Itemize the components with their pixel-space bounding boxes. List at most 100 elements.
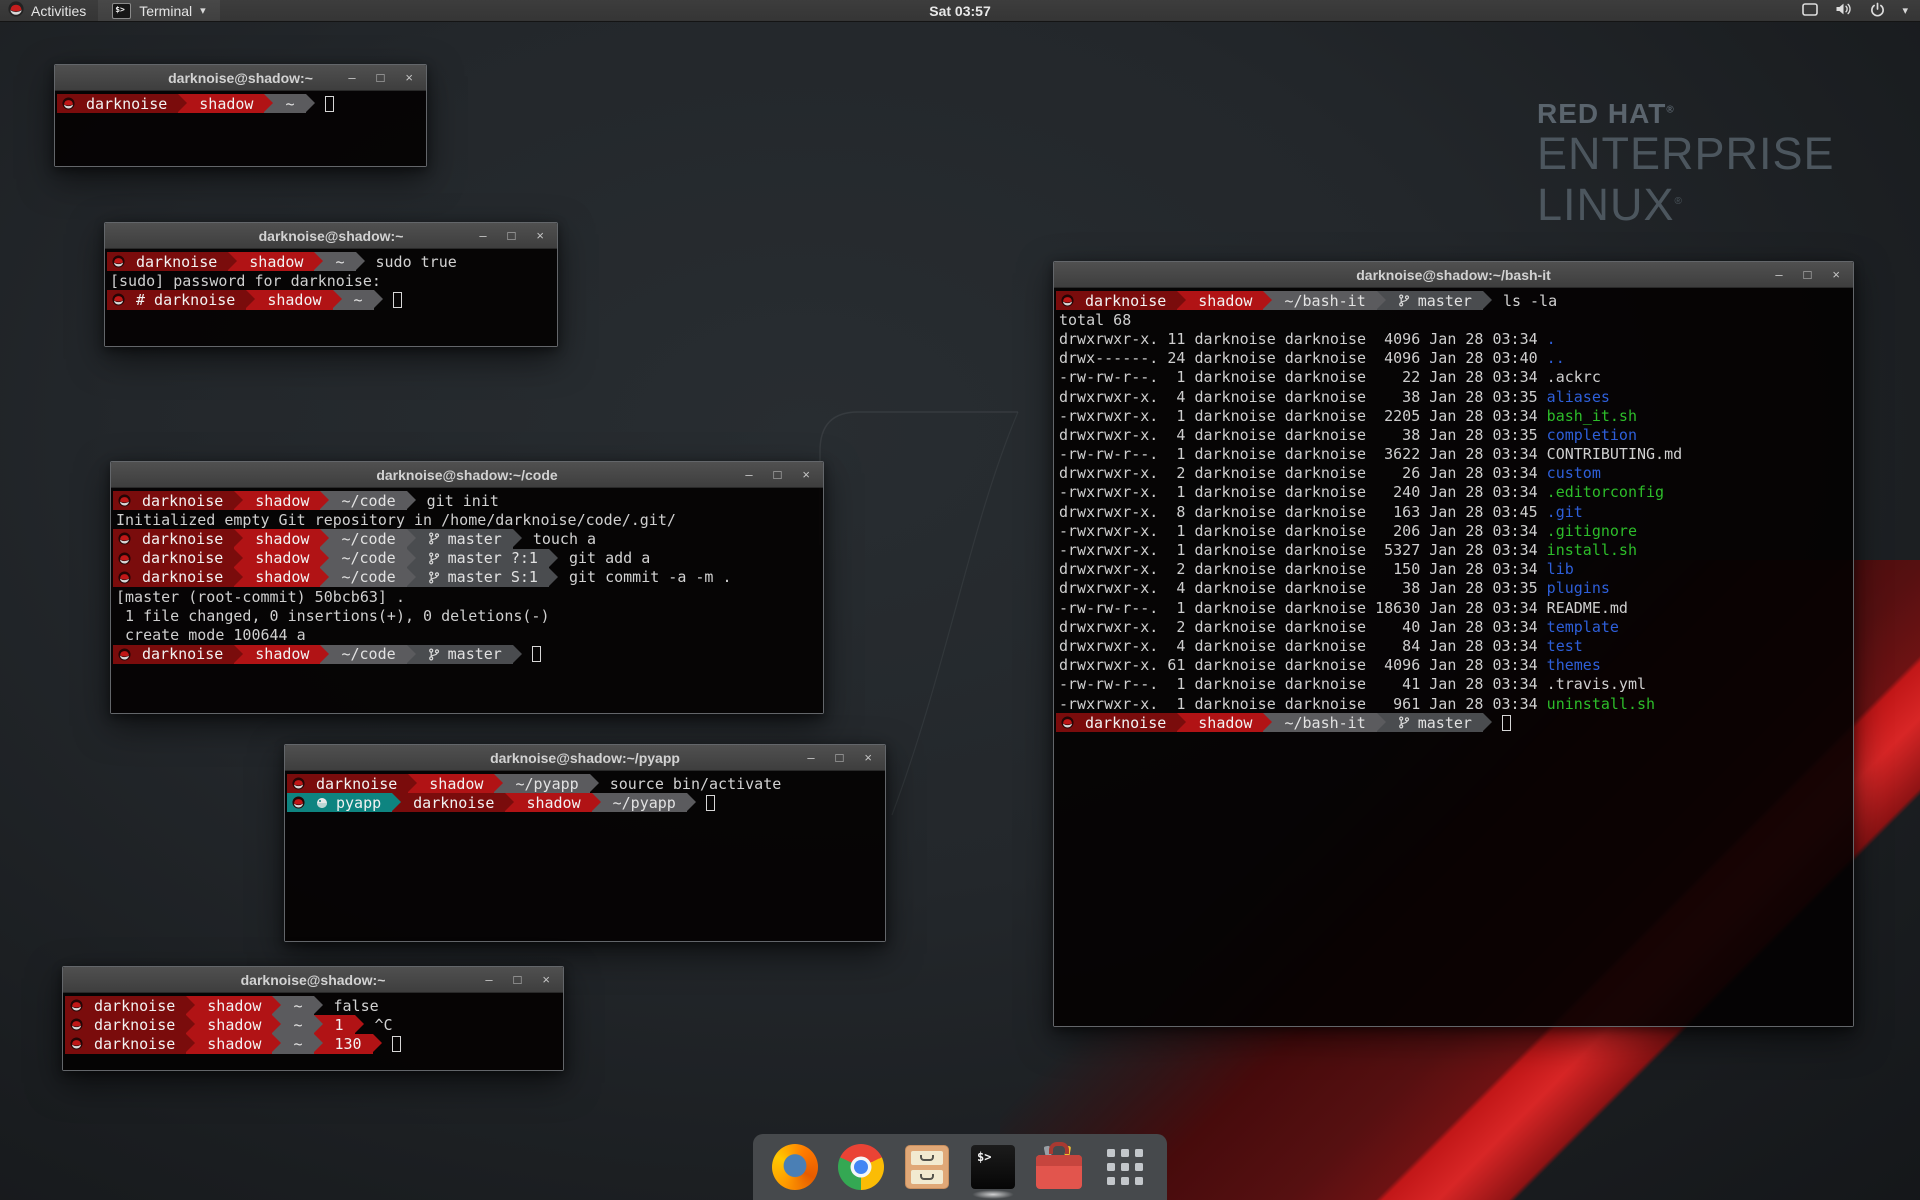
terminal-window-pyapp: darknoise@shadow:~/pyapp–□×darknoiseshad… xyxy=(284,744,886,942)
prompt-line: darknoiseshadow~130 xyxy=(65,1034,563,1053)
prompt-segment-path: ~/pyapp xyxy=(592,793,687,812)
minimize-button[interactable]: – xyxy=(1775,268,1782,281)
minimize-button[interactable]: – xyxy=(479,229,486,242)
window-titlebar[interactable]: darknoise@shadow:~–□× xyxy=(55,65,426,91)
window-titlebar[interactable]: darknoise@shadow:~/code– □ × xyxy=(111,462,823,488)
close-button[interactable]: × xyxy=(1832,268,1840,281)
terminal-window-exitcodes: darknoise@shadow:~–□×darknoiseshadow~fal… xyxy=(62,966,564,1071)
dock-app-grid-button[interactable] xyxy=(1101,1143,1149,1191)
terminal-body[interactable]: darknoise shadow ~/code git initInitialized… xyxy=(111,488,823,713)
redhat-prompt-icon xyxy=(118,552,131,565)
segment-label: darknoise xyxy=(142,568,223,586)
window-titlebar[interactable]: darknoise@shadow:~–□× xyxy=(63,967,563,993)
redhat-prompt-icon xyxy=(62,97,75,110)
app-grid-icon xyxy=(1107,1149,1143,1185)
window-titlebar[interactable]: darknoise@shadow:~–□× xyxy=(105,223,557,249)
minimize-button[interactable]: – xyxy=(745,468,752,481)
redhat-prompt-icon xyxy=(112,293,125,306)
prompt-line: darknoiseshadow~/codemaster xyxy=(113,645,823,664)
system-status-area[interactable]: ▾ xyxy=(1802,0,1920,21)
close-button[interactable]: × xyxy=(802,468,810,481)
drawer xyxy=(911,1170,943,1184)
rhel-brand-logo: RED HAT® ENTERPRISE LINUX® xyxy=(1537,98,1835,229)
segment-label: pyapp xyxy=(336,794,381,812)
prompt-segment-host: shadow xyxy=(234,568,320,587)
maximize-button[interactable]: □ xyxy=(774,468,782,481)
prompt-segment-user: darknoise xyxy=(113,645,234,664)
window-titlebar[interactable]: darknoise@shadow:~/pyapp–□× xyxy=(285,745,885,771)
segment-label: darknoise xyxy=(86,95,167,113)
window-title: darknoise@shadow:~/code xyxy=(111,467,823,483)
minimize-button[interactable]: – xyxy=(348,71,355,84)
close-button[interactable]: × xyxy=(864,751,872,764)
dock-toolbox-button[interactable] xyxy=(1035,1143,1083,1191)
prompt-segment-user: darknoise xyxy=(65,1034,186,1053)
typed-command: ls -la xyxy=(1503,292,1557,310)
typed-command: git init xyxy=(427,492,499,510)
grid-dot xyxy=(1107,1163,1115,1171)
display-icon[interactable] xyxy=(1802,3,1818,19)
terminal-window-home-small: darknoise@shadow:~–□×darknoiseshadow~ xyxy=(54,64,427,167)
ls-row: -rwxrwxr-x. 1 darknoise darknoise 206 Ja… xyxy=(1056,521,1853,540)
volume-icon[interactable] xyxy=(1835,2,1853,19)
output-line: Initialized empty Git repository in /hom… xyxy=(113,510,823,529)
ls-row: drwxrwxr-x. 2 darknoise darknoise 26 Jan… xyxy=(1056,464,1853,483)
ls-row: drwxrwxr-x. 4 darknoise darknoise 38 Jan… xyxy=(1056,579,1853,598)
terminal-body[interactable]: darknoiseshadow~falsedarknoiseshadow~1^C… xyxy=(63,993,563,1070)
close-button[interactable]: × xyxy=(405,71,413,84)
segment-label: shadow xyxy=(1198,292,1252,310)
maximize-button[interactable]: □ xyxy=(508,229,516,242)
app-menu-terminal[interactable]: $> Terminal ▾ xyxy=(98,0,219,21)
window-titlebar[interactable]: darknoise@shadow:~/bash-it–□× xyxy=(1054,262,1853,288)
grid-dot xyxy=(1107,1177,1115,1185)
prompt-segment-host: shadow xyxy=(228,252,314,271)
segment-label: master xyxy=(1418,292,1472,310)
segment-label: ~/code xyxy=(341,549,395,567)
prompt-segment-host: shadow xyxy=(1177,291,1263,310)
activities-button[interactable]: Activities xyxy=(0,0,98,21)
prompt-segment-host: shadow xyxy=(186,1034,272,1053)
terminal-body[interactable]: darknoiseshadow~ xyxy=(55,91,426,166)
prompt-segment-user: darknoise xyxy=(113,491,234,510)
ls-file-name: template xyxy=(1547,618,1619,636)
maximize-button[interactable]: □ xyxy=(1804,268,1812,281)
terminal-cursor xyxy=(1502,715,1511,731)
app-menu-label: Terminal xyxy=(139,3,192,19)
dock-firefox-button[interactable] xyxy=(771,1143,819,1191)
prompt-segment-host: shadow xyxy=(408,774,494,793)
redhat-logo-icon xyxy=(8,1,24,20)
segment-label: master S:1 xyxy=(448,568,538,586)
segment-label: darknoise xyxy=(142,549,223,567)
redhat-prompt-icon xyxy=(70,999,83,1012)
maximize-button[interactable]: □ xyxy=(377,71,385,84)
grid-dot xyxy=(1135,1149,1143,1157)
close-button[interactable]: × xyxy=(542,973,550,986)
grid-dot xyxy=(1121,1149,1129,1157)
terminal-body[interactable]: darknoiseshadow~sudo true[sudo] password… xyxy=(105,249,557,346)
prompt-segment-user: darknoise xyxy=(1056,291,1177,310)
dock-terminal-button[interactable]: $> xyxy=(969,1143,1017,1191)
chevron-down-icon[interactable]: ▾ xyxy=(1902,4,1908,17)
segment-label: shadow xyxy=(255,530,309,548)
segment-label: shadow xyxy=(207,1016,261,1034)
ls-file-name: .gitignore xyxy=(1547,522,1637,540)
close-button[interactable]: × xyxy=(536,229,544,242)
minimize-button[interactable]: – xyxy=(485,973,492,986)
typed-command: source bin/activate xyxy=(610,775,782,793)
segment-label: shadow xyxy=(255,568,309,586)
prompt-segment-branch: master S:1 xyxy=(407,568,549,587)
segment-label: shadow xyxy=(255,645,309,663)
window-controls: – □ × xyxy=(348,71,426,84)
terminal-body[interactable]: darknoiseshadow~/bash-itmasterls -latota… xyxy=(1054,288,1853,1026)
minimize-button[interactable]: – xyxy=(807,751,814,764)
git-branch-icon xyxy=(428,571,440,584)
typed-command: sudo true xyxy=(376,253,457,271)
maximize-button[interactable]: □ xyxy=(836,751,844,764)
maximize-button[interactable]: □ xyxy=(514,973,522,986)
dock-chrome-button[interactable] xyxy=(837,1143,885,1191)
terminal-body[interactable]: darknoiseshadow~/pyappsource bin/activat… xyxy=(285,771,885,941)
dock-files-button[interactable] xyxy=(903,1143,951,1191)
segment-label: ~ xyxy=(354,291,363,309)
power-icon[interactable] xyxy=(1870,2,1885,20)
clock-label[interactable]: Sat 03:57 xyxy=(929,3,990,19)
